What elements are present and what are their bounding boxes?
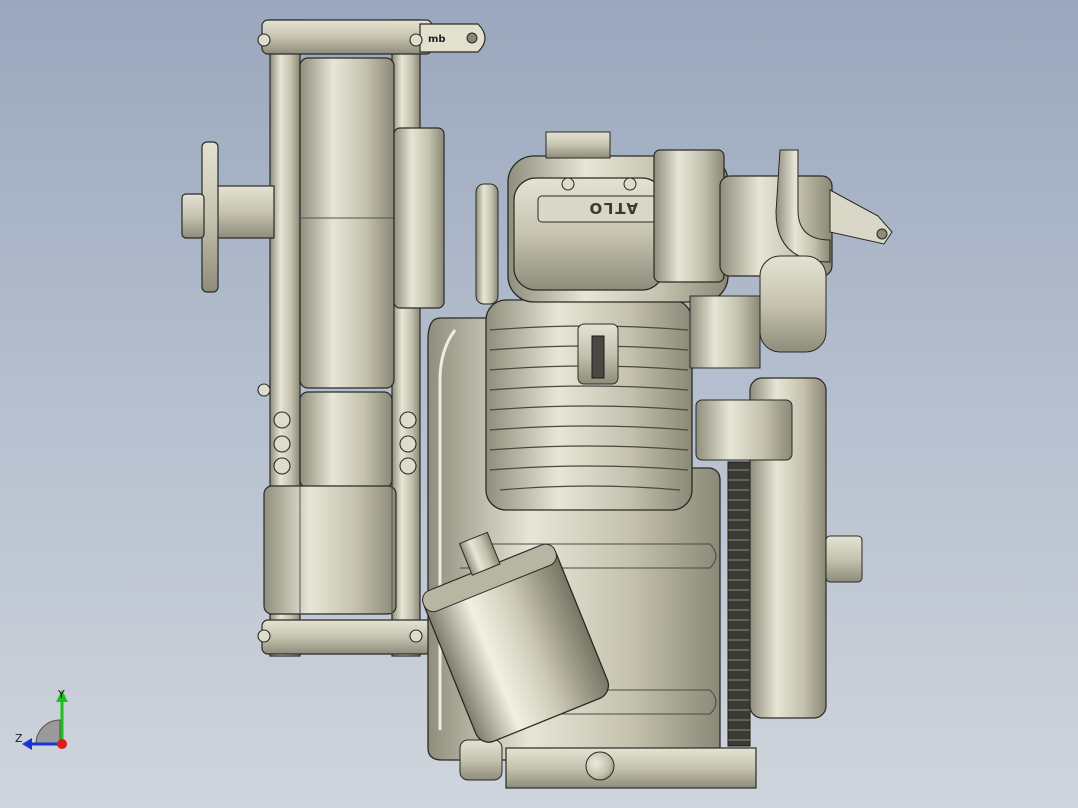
- rocker-box: [653, 149, 725, 283]
- bottom-crossbar: [261, 619, 433, 655]
- shaft-end: [181, 193, 205, 239]
- output-shaft: [825, 535, 863, 583]
- engine-mount-foot: [505, 747, 757, 789]
- y-axis-label: Y: [57, 688, 65, 701]
- fuel-line-bracket: [695, 399, 793, 461]
- spark-plug: [591, 335, 605, 379]
- breather-pipe: [475, 183, 499, 305]
- governor-linkage: [689, 295, 761, 369]
- tag-hole: [466, 32, 478, 44]
- model-viewport[interactable]: mb ATLO Y Z: [0, 0, 1078, 808]
- tag-lettering: mb: [428, 34, 446, 45]
- top-crossbar: [261, 19, 433, 55]
- z-axis-label: Z: [15, 732, 23, 745]
- idler-pulley: [299, 391, 393, 489]
- drive-shaft: [213, 185, 275, 239]
- triad-arc: [35, 719, 61, 745]
- lower-pulley: [263, 485, 397, 615]
- engine-body[interactable]: ATLO: [408, 131, 893, 789]
- view-orientation-triad: Y Z: [15, 688, 68, 750]
- mount-bolt: [585, 751, 615, 781]
- flywheel-gear-ring: [727, 461, 751, 747]
- cylinder-engraving: ATLO: [588, 199, 638, 217]
- carburetor: [759, 255, 827, 353]
- air-intake-top: [545, 131, 611, 159]
- valve-cover: [513, 177, 665, 291]
- large-belt-pulley: [299, 57, 395, 389]
- x-axis-dot: [57, 739, 67, 749]
- pulley-hub: [393, 127, 445, 309]
